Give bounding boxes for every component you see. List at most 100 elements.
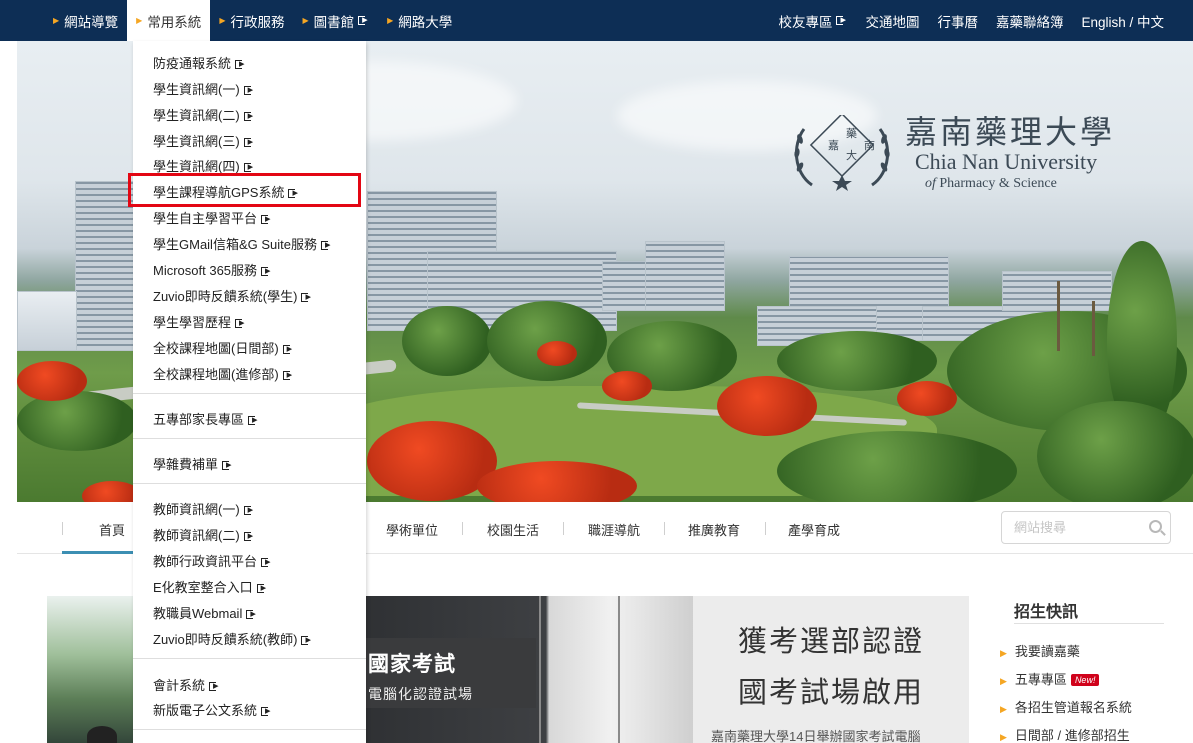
nav-library[interactable]: ▶ 圖書館 xyxy=(293,0,378,41)
triangle-icon: ▶ xyxy=(387,16,394,25)
menu-home[interactable]: 首頁 xyxy=(99,520,125,539)
external-link-icon xyxy=(243,134,255,150)
dropdown-item-student-info-4[interactable]: 學生資訊網(四) xyxy=(153,156,255,175)
news-headline-line2: 國考試場啟用 xyxy=(737,677,924,709)
palm-trunk xyxy=(1057,281,1060,351)
triangle-icon: ▶ xyxy=(53,16,60,25)
dropdown-item-tuition-reissue[interactable]: 學雜費補單 xyxy=(153,454,233,473)
dropdown-item-student-gps[interactable]: 學生課程導航GPS系統 xyxy=(153,182,299,201)
news-thumbnail-photo[interactable] xyxy=(47,596,133,743)
dropdown-item-zuvio-teacher[interactable]: Zuvio即時反饋系統(教師) xyxy=(153,629,312,648)
external-link-icon xyxy=(235,315,246,331)
dropdown-divider xyxy=(133,438,366,439)
menu-academic-units[interactable]: 學術單位 xyxy=(386,520,438,539)
nav-language-switch[interactable]: English / 中文 xyxy=(1072,0,1173,41)
external-link-icon xyxy=(288,185,299,201)
top-navigation-bar: ▶網站導覽 ▶常用系統 ▶行政服務 ▶圖書館 ▶網路大學 校友專區 交通地圖 行… xyxy=(0,0,1193,41)
image-divider xyxy=(539,596,541,743)
nav-common-systems[interactable]: ▶ 常用系統 xyxy=(127,0,211,41)
person-silhouette xyxy=(87,726,117,743)
external-link-icon xyxy=(256,580,268,596)
external-link-icon xyxy=(261,211,272,227)
dropdown-item-student-info-1[interactable]: 學生資訊網(一) xyxy=(153,79,255,98)
bullet-triangle-icon: ▶ xyxy=(1000,648,1007,658)
dropdown-item-teacher-info-2[interactable]: 教師資訊網(二) xyxy=(153,525,255,544)
external-link-icon xyxy=(358,12,369,28)
dropdown-item-self-learning[interactable]: 學生自主學習平台 xyxy=(153,208,272,227)
dropdown-item-teacher-info-1[interactable]: 教師資訊網(一) xyxy=(153,499,255,518)
search-icon[interactable] xyxy=(1149,520,1162,533)
external-link-icon xyxy=(836,12,847,28)
admissions-link[interactable]: ▶ 我要讀嘉藥 xyxy=(1000,641,1080,660)
flame-tree xyxy=(17,361,87,401)
nav-online-university[interactable]: ▶ 網路大學 xyxy=(378,0,461,41)
campus-building xyxy=(75,181,135,351)
news-feature-caption[interactable]: 獲考選部認證 國考試場啟用 嘉南藥理大學14日舉辦國家考試電腦 xyxy=(693,596,969,743)
news-feature-image[interactable]: 國家考試 電腦化認證試場 xyxy=(366,596,693,743)
dropdown-item-student-info-2[interactable]: 學生資訊網(二) xyxy=(153,105,255,124)
dropdown-item-gmail-gsuite[interactable]: 學生GMail信箱&G Suite服務 xyxy=(153,234,332,253)
dropdown-item-e-document[interactable]: 新版電子公文系統 xyxy=(153,700,272,719)
new-badge: New! xyxy=(1070,674,1100,686)
seal-char: 藥 xyxy=(846,127,857,140)
dropdown-item-learning-portfolio[interactable]: 學生學習歷程 xyxy=(153,312,246,331)
triangle-icon: ▶ xyxy=(136,16,143,25)
dropdown-divider xyxy=(133,729,366,730)
dropdown-item-epidemic-report[interactable]: 防疫通報系統 xyxy=(153,53,246,72)
dropdown-divider xyxy=(133,483,366,484)
bullet-triangle-icon: ▶ xyxy=(1000,704,1007,714)
dropdown-item-student-info-3[interactable]: 學生資訊網(三) xyxy=(153,131,255,150)
bullet-triangle-icon: ▶ xyxy=(1000,676,1007,686)
common-systems-dropdown: 防疫通報系統 學生資訊網(一) 學生資訊網(二) 學生資訊網(三) 學生資訊網(… xyxy=(133,41,366,743)
dropdown-item-staff-webmail[interactable]: 教職員Webmail xyxy=(153,603,257,622)
external-link-icon xyxy=(261,263,272,279)
top-nav-right: 校友專區 交通地圖 行事曆 嘉藥聯絡簿 English / 中文 xyxy=(769,0,1173,41)
menu-career-navigation[interactable]: 職涯導航 xyxy=(588,520,640,539)
flame-tree xyxy=(602,371,652,401)
menu-separator xyxy=(462,522,463,535)
image-sign-text: 國家考試 xyxy=(368,653,456,676)
admissions-link[interactable]: ▶ 各招生管道報名系統 xyxy=(1000,697,1132,716)
menu-separator xyxy=(664,522,665,535)
menu-extension-education[interactable]: 推廣教育 xyxy=(688,520,740,539)
image-divider xyxy=(618,596,620,743)
dropdown-divider xyxy=(133,658,366,659)
dropdown-item-e-classroom[interactable]: E化教室整合入口 xyxy=(153,577,268,596)
nav-admin-services[interactable]: ▶ 行政服務 xyxy=(210,0,293,41)
nav-traffic-map[interactable]: 交通地圖 xyxy=(856,0,928,41)
seal-char: 大 xyxy=(846,149,857,162)
dropdown-item-parents-area[interactable]: 五專部家長專區 xyxy=(153,409,259,428)
dropdown-item-teacher-admin-platform[interactable]: 教師行政資訊平台 xyxy=(153,551,272,570)
nav-contact-book[interactable]: 嘉藥聯絡簿 xyxy=(987,0,1073,41)
admissions-divider xyxy=(1014,623,1164,624)
nav-calendar[interactable]: 行事曆 xyxy=(928,0,987,41)
dropdown-item-course-map-evening[interactable]: 全校課程地圖(進修部) xyxy=(153,364,294,383)
dropdown-item-accounting[interactable]: 會計系統 xyxy=(153,675,220,694)
external-link-icon xyxy=(320,237,332,253)
dropdown-item-course-map-day[interactable]: 全校課程地圖(日間部) xyxy=(153,338,294,357)
top-nav-left: ▶網站導覽 ▶常用系統 ▶行政服務 ▶圖書館 ▶網路大學 xyxy=(44,0,461,41)
seal-char: 嘉 xyxy=(828,139,839,152)
news-description: 嘉南藥理大學14日舉辦國家考試電腦 xyxy=(711,729,921,743)
menu-campus-life[interactable]: 校園生活 xyxy=(487,520,539,539)
external-link-icon xyxy=(261,703,272,719)
university-name-english-sub: of Pharmacy & Science xyxy=(925,176,1057,191)
external-link-icon xyxy=(261,554,272,570)
external-link-icon xyxy=(209,678,220,694)
admissions-title: 招生快訊 xyxy=(1014,604,1079,621)
dropdown-item-microsoft-365[interactable]: Microsoft 365服務 xyxy=(153,260,272,279)
admissions-link[interactable]: ▶ 日間部 / 進修部招生 xyxy=(1000,725,1130,743)
menu-industry-incubation[interactable]: 產學育成 xyxy=(788,520,840,539)
university-logo: 嘉 藥 南 大 嘉南藥理大學 Chia Nan University of Ph… xyxy=(790,107,1180,199)
external-link-icon xyxy=(248,412,259,428)
nav-site-guide[interactable]: ▶ 網站導覽 xyxy=(44,0,127,41)
seal-char: 南 xyxy=(864,139,875,152)
nav-alumni[interactable]: 校友專區 xyxy=(769,0,856,41)
admissions-link[interactable]: ▶ 五專專區 New! xyxy=(1000,669,1100,688)
triangle-icon: ▶ xyxy=(219,16,226,25)
site-search-input[interactable] xyxy=(1014,512,1144,543)
tree xyxy=(17,391,137,451)
external-link-icon xyxy=(243,159,255,175)
dropdown-item-zuvio-student[interactable]: Zuvio即時反饋系統(學生) xyxy=(153,286,312,305)
site-search-box xyxy=(1001,511,1171,544)
